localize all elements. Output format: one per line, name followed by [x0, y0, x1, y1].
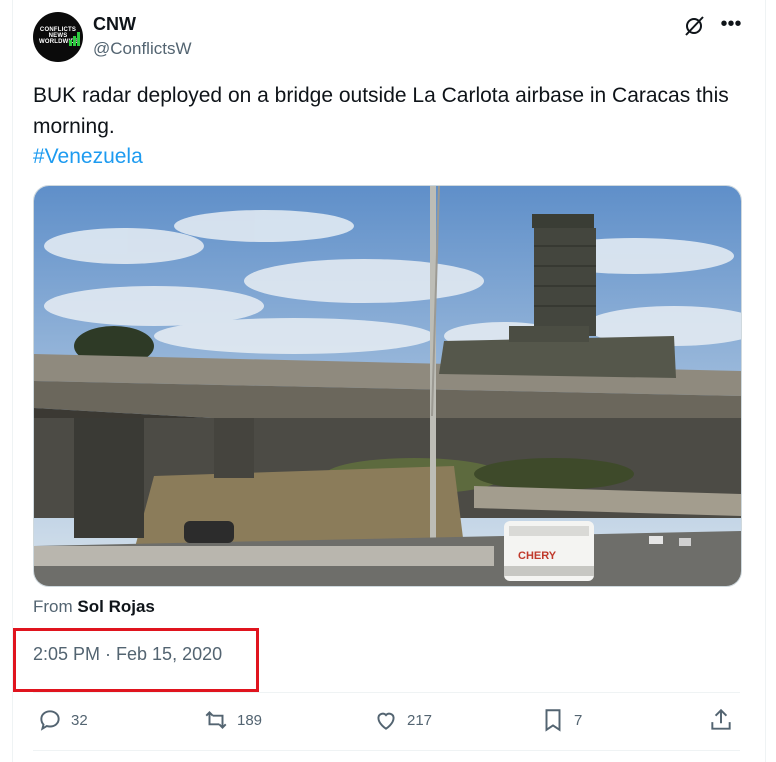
- repost-icon: [205, 711, 227, 729]
- avatar[interactable]: CONFLICTS NEWS WORLDWIDE: [33, 12, 83, 62]
- avatar-logo-bar: [69, 40, 72, 46]
- timestamp-highlight-box: [13, 628, 259, 692]
- reply-button[interactable]: 32: [37, 706, 88, 734]
- author-name[interactable]: CNW: [93, 14, 136, 35]
- divider: [33, 750, 740, 751]
- hashtag-link[interactable]: #Venezuela: [33, 141, 143, 172]
- media-source: From Sol Rojas: [33, 597, 155, 616]
- source-name-link[interactable]: Sol Rojas: [77, 597, 154, 616]
- tweet-media-image[interactable]: CHERY: [33, 185, 742, 587]
- bookmark-button[interactable]: 7: [540, 706, 582, 734]
- avatar-logo-bar: [77, 32, 80, 46]
- share-icon: [711, 708, 731, 730]
- repost-button[interactable]: 189: [203, 706, 262, 734]
- like-icon: [377, 712, 395, 730]
- repost-count: 189: [237, 711, 263, 729]
- reply-icon: [40, 710, 60, 731]
- author-handle[interactable]: @ConflictsW: [93, 39, 192, 59]
- avatar-logo-bar: [73, 36, 76, 46]
- bookmark-icon: [545, 709, 561, 732]
- bookmark-count: 7: [574, 711, 583, 729]
- grok-icon[interactable]: [682, 13, 708, 39]
- share-button[interactable]: [708, 706, 734, 734]
- more-icon[interactable]: •••: [718, 12, 744, 38]
- like-button[interactable]: 217: [373, 706, 432, 734]
- divider: [33, 692, 740, 693]
- reply-count: 32: [71, 711, 88, 729]
- like-count: 217: [407, 711, 433, 729]
- truck-brand-label: CHERY: [518, 550, 557, 562]
- tweet-text: BUK radar deployed on a bridge outside L…: [33, 84, 729, 138]
